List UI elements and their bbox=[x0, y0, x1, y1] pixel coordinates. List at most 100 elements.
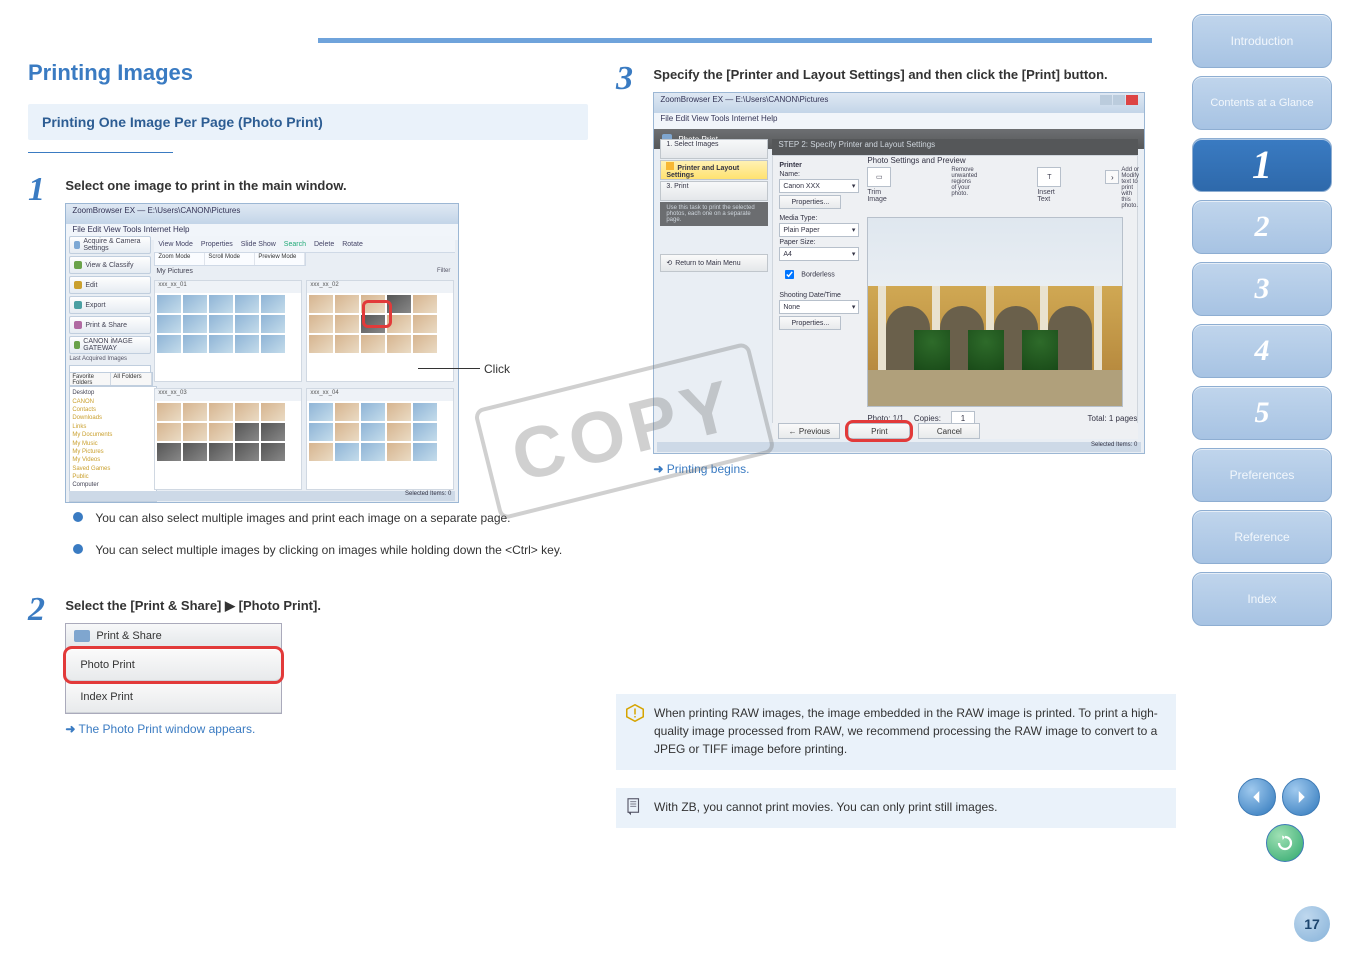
nav-chapter-2[interactable]: 2 bbox=[1192, 200, 1332, 254]
task-export[interactable]: Export bbox=[69, 296, 151, 314]
nav-chapter-3[interactable]: 3 bbox=[1192, 262, 1332, 316]
info-icon bbox=[626, 798, 644, 816]
tool-properties[interactable]: Properties bbox=[201, 241, 233, 248]
nav-chapter-5[interactable]: 5 bbox=[1192, 386, 1332, 440]
step-1-text: Select one image to print in the main wi… bbox=[65, 177, 575, 195]
next-photo-button[interactable]: › bbox=[1105, 170, 1119, 184]
folder-tabs: Favorite Folders All Folders bbox=[69, 372, 153, 386]
return-page-button[interactable] bbox=[1266, 824, 1304, 862]
trim-label: Trim Image bbox=[867, 189, 891, 203]
pp-step-select[interactable]: 1. Select Images bbox=[660, 139, 768, 159]
chevron-down-icon: ▾ bbox=[852, 303, 856, 311]
pp-menubar: File Edit View Tools Internet Help bbox=[654, 113, 1144, 129]
crop-icon: ▭ bbox=[876, 173, 883, 181]
subsection-bar: Printing One Image Per Page (Photo Print… bbox=[28, 104, 588, 140]
prev-page-button[interactable] bbox=[1238, 778, 1276, 816]
photo-preview bbox=[867, 217, 1123, 407]
bullet-2: You can select multiple images by clicki… bbox=[73, 541, 575, 559]
task-acquire[interactable]: Acquire & Camera Settings bbox=[69, 236, 151, 254]
task-gateway[interactable]: CANON iMAGE GATEWAY bbox=[69, 336, 151, 354]
page-number: 17 bbox=[1294, 906, 1330, 942]
chevron-down-icon: ▾ bbox=[852, 250, 856, 258]
step-3-text: Specify the [Printer and Layout Settings… bbox=[653, 66, 1163, 84]
nav-introduction[interactable]: Introduction bbox=[1192, 14, 1332, 68]
preview-header: Photo Settings and Preview bbox=[867, 156, 1137, 165]
trim-button[interactable]: ▭ bbox=[867, 167, 891, 187]
tab-zoom[interactable]: Zoom Mode bbox=[155, 253, 205, 265]
printer-properties-button[interactable]: Properties... bbox=[779, 195, 841, 209]
pp-statusbar: Selected Items: 0 bbox=[657, 442, 1141, 452]
zoombrowser-screenshot: ZoomBrowser EX — E:\Users\CANON\Pictures… bbox=[65, 203, 459, 503]
nav-index[interactable]: Index bbox=[1192, 572, 1332, 626]
printer-name-select[interactable]: Canon XXX▾ bbox=[779, 179, 859, 193]
menu-header: Print & Share bbox=[66, 624, 281, 649]
print-icon bbox=[74, 321, 82, 329]
text-icon: T bbox=[1047, 174, 1051, 181]
pager-total: Total: 1 pages bbox=[1088, 414, 1138, 423]
text-caption: Add or Modify text to print with this ph… bbox=[1121, 167, 1139, 209]
pp-titlebar: ZoomBrowser EX — E:\Users\CANON\Pictures bbox=[654, 93, 1144, 113]
tab-preview[interactable]: Preview Mode bbox=[255, 253, 305, 265]
text-button[interactable]: T bbox=[1037, 167, 1061, 187]
nav-contents[interactable]: Contents at a Glance bbox=[1192, 76, 1332, 130]
media-label: Media Type: bbox=[779, 215, 863, 222]
bullet-1: You can also select multiple images and … bbox=[73, 509, 575, 527]
nav-chapter-4[interactable]: 4 bbox=[1192, 324, 1332, 378]
tool-search[interactable]: Search bbox=[284, 241, 306, 248]
nav-reference[interactable]: Reference bbox=[1192, 510, 1332, 564]
next-page-button[interactable] bbox=[1282, 778, 1320, 816]
pp-return-button[interactable]: ⟲Return to Main Menu bbox=[660, 254, 768, 272]
info-text: With ZB, you cannot print movies. You ca… bbox=[654, 798, 998, 816]
paper-select[interactable]: A4▾ bbox=[779, 247, 859, 261]
folder-panel-2: xxx_xx_02 bbox=[306, 280, 454, 382]
right-nav: Introduction Contents at a Glance 1 2 3 … bbox=[1192, 14, 1332, 634]
folder-icon bbox=[74, 261, 82, 269]
breadcrumb: My Pictures bbox=[156, 268, 193, 275]
step-2: 2 Select the [Print & Share] ▶ [Photo Pr… bbox=[28, 591, 588, 744]
task-print-share[interactable]: Print & Share bbox=[69, 316, 151, 334]
nav-arrows bbox=[1238, 778, 1320, 816]
pp-step-label: STEP 2: Specify Printer and Layout Setti… bbox=[772, 139, 1138, 155]
pp-step-print[interactable]: 3. Print bbox=[660, 181, 768, 201]
step-3: 3 Specify the [Printer and Layout Settin… bbox=[616, 60, 1176, 484]
step-1-number: 1 bbox=[28, 171, 62, 209]
chevron-down-icon: ▾ bbox=[852, 226, 856, 234]
cancel-button[interactable]: Cancel bbox=[918, 423, 980, 439]
task-view[interactable]: View & Classify bbox=[69, 256, 151, 274]
tool-slideshow[interactable]: Slide Show bbox=[241, 241, 276, 248]
tab-fav[interactable]: Favorite Folders bbox=[70, 373, 111, 385]
window-titlebar: ZoomBrowser EX — E:\Users\CANON\Pictures bbox=[66, 204, 458, 224]
tool-delete[interactable]: Delete bbox=[314, 241, 334, 248]
borderless-checkbox[interactable]: Borderless bbox=[779, 265, 863, 284]
filter-label[interactable]: Filter bbox=[437, 268, 450, 274]
step-1-bullets: You can also select multiple images and … bbox=[73, 509, 575, 559]
highlight-selected-thumb bbox=[362, 300, 392, 328]
tab-all[interactable]: All Folders bbox=[111, 373, 152, 385]
tab-scroll[interactable]: Scroll Mode bbox=[205, 253, 255, 265]
trim-caption: Remove unwanted regions of your photo. bbox=[951, 167, 977, 209]
printer-name-label: Name: bbox=[779, 171, 863, 178]
arrow-icon: ➜ bbox=[653, 462, 663, 476]
task-edit[interactable]: Edit bbox=[69, 276, 151, 294]
menu-index-print[interactable]: Index Print bbox=[66, 681, 281, 713]
subsection-underline bbox=[28, 152, 173, 153]
statusbar: Selected Items: 0 bbox=[69, 491, 455, 501]
menu-photo-print[interactable]: Photo Print bbox=[66, 649, 281, 681]
shooting-properties-button[interactable]: Properties... bbox=[779, 316, 841, 330]
max-icon bbox=[1113, 95, 1125, 105]
nav-chapter-1[interactable]: 1 bbox=[1192, 138, 1332, 192]
shooting-select[interactable]: None▾ bbox=[779, 300, 859, 314]
print-button[interactable]: Print bbox=[848, 423, 910, 439]
window-buttons[interactable] bbox=[1099, 95, 1138, 111]
text-label: Insert Text bbox=[1037, 189, 1061, 203]
pp-step-layout[interactable]: Printer and Layout Settings bbox=[660, 160, 768, 180]
nav-preferences[interactable]: Preferences bbox=[1192, 448, 1332, 502]
tool-viewmode[interactable]: View Mode bbox=[158, 241, 193, 248]
main-toolbar: View Mode Properties Slide Show Search D… bbox=[154, 236, 455, 253]
tool-rotate[interactable]: Rotate bbox=[342, 241, 363, 248]
previous-button[interactable]: ← Previous bbox=[778, 423, 840, 439]
folder-tree[interactable]: Desktop CANON Contacts Downloads Links M… bbox=[69, 386, 157, 502]
view-tabs: Zoom Mode Scroll Mode Preview Mode bbox=[154, 252, 306, 266]
pp-settings-panel: Printer Name: Canon XXX▾ Properties... M… bbox=[772, 155, 1138, 427]
media-select[interactable]: Plain Paper▾ bbox=[779, 223, 859, 237]
